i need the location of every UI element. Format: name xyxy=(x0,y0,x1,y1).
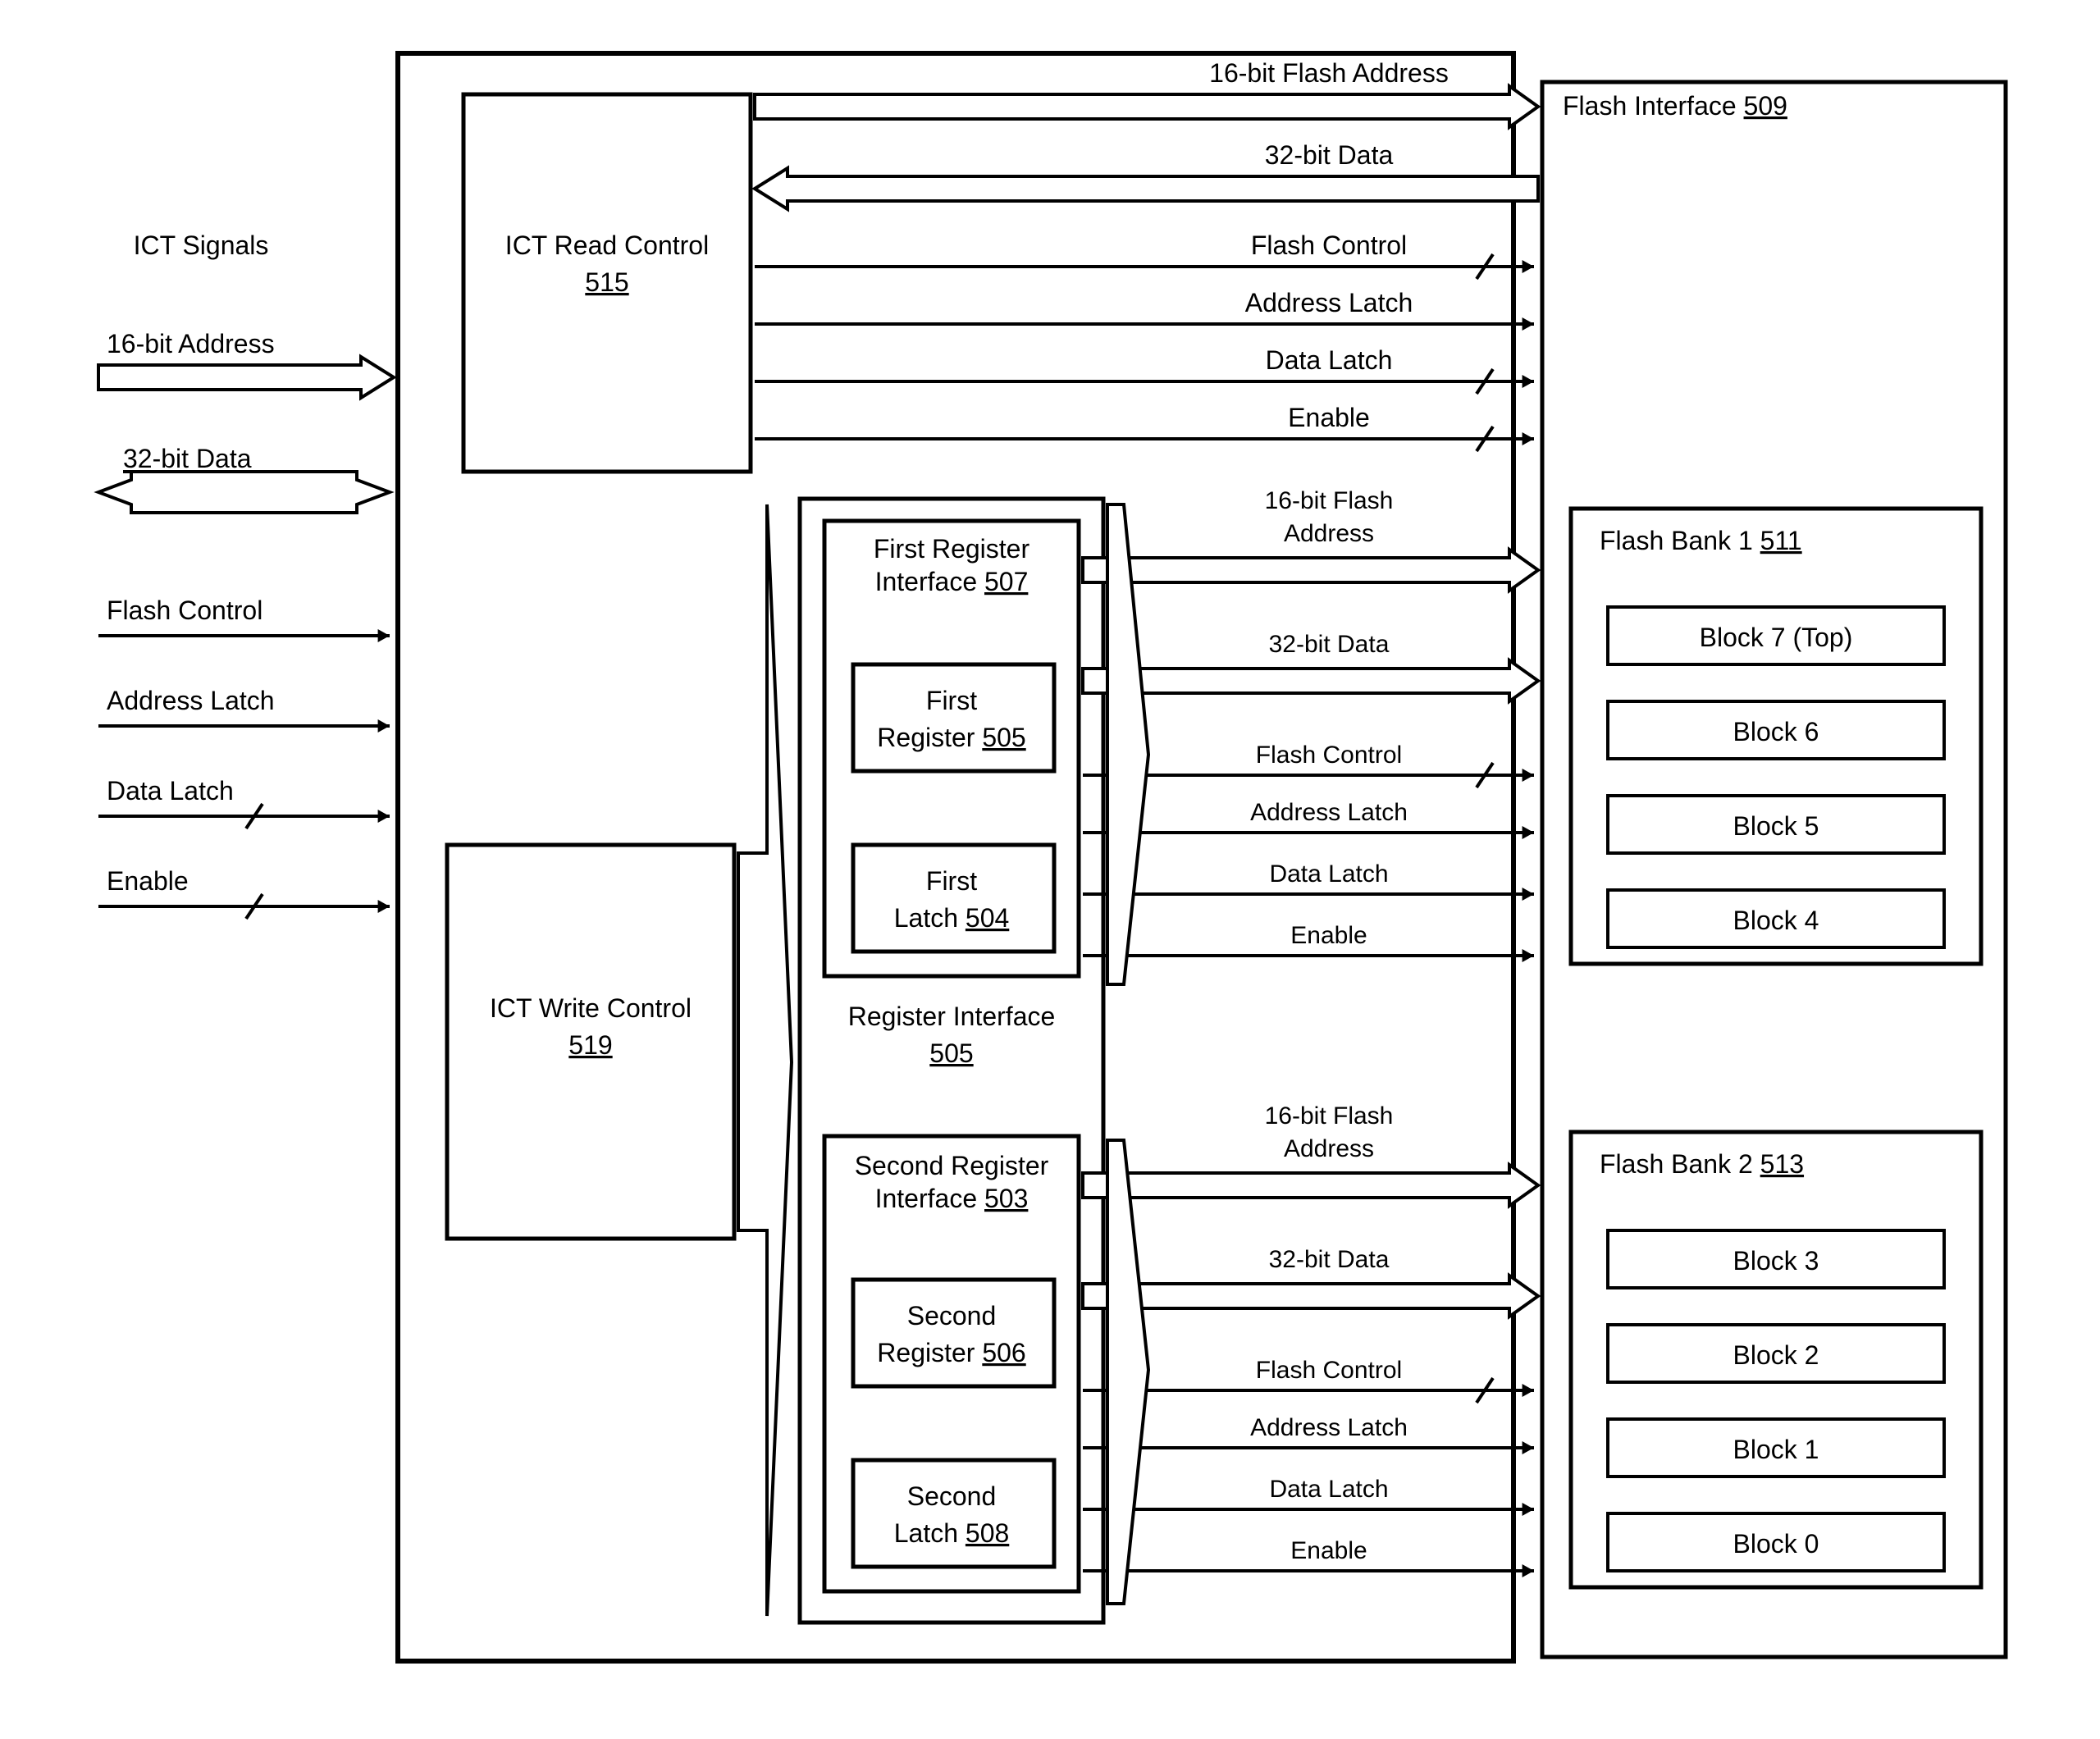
svg-text:Block 6: Block 6 xyxy=(1733,717,1819,746)
svg-text:32-bit Data: 32-bit Data xyxy=(1269,1246,1390,1273)
second-reg-l2: Register 506 xyxy=(877,1338,1025,1367)
ext-data-arrow xyxy=(98,472,390,513)
ict-signals-title: ICT Signals xyxy=(134,230,269,260)
svg-text:Enable: Enable xyxy=(1290,922,1367,949)
first-reg-if-t1: First Register xyxy=(874,534,1030,564)
svg-text:Flash Control: Flash Control xyxy=(1256,742,1402,769)
ict-write-ref: 519 xyxy=(568,1030,612,1060)
svg-text:Block 0: Block 0 xyxy=(1733,1529,1819,1559)
svg-text:Flash Control: Flash Control xyxy=(1256,1357,1402,1384)
flash-bank-1-title: Flash Bank 1 511 xyxy=(1600,526,1802,555)
second-reg-box xyxy=(853,1280,1054,1386)
flash-interface-title: Flash Interface 509 xyxy=(1563,91,1787,121)
svg-text:Block 4: Block 4 xyxy=(1733,906,1819,935)
ict-write-title: ICT Write Control xyxy=(490,993,692,1023)
top-fc-label: Flash Control xyxy=(1251,230,1407,260)
ext-al-label: Address Latch xyxy=(107,686,275,715)
ext-addr-label: 16-bit Address xyxy=(107,329,275,358)
second-reg-if-t2: Interface 503 xyxy=(875,1184,1029,1213)
svg-text:Address Latch: Address Latch xyxy=(1250,1414,1408,1441)
top-data-arrow xyxy=(755,168,1538,209)
svg-text:Enable: Enable xyxy=(1290,1537,1367,1564)
svg-text:Address Latch: Address Latch xyxy=(1250,799,1408,826)
first-latch-box xyxy=(853,845,1054,952)
top-data-label: 32-bit Data xyxy=(1265,140,1394,170)
ict-read-title: ICT Read Control xyxy=(505,230,709,260)
second-reg-if-t1: Second Register xyxy=(855,1151,1049,1180)
top-al-label: Address Latch xyxy=(1245,288,1413,317)
second-latch-box xyxy=(853,1460,1054,1567)
ext-data-label: 32-bit Data xyxy=(123,444,252,473)
svg-text:16-bit Flash: 16-bit Flash xyxy=(1265,487,1394,514)
svg-text:Block 3: Block 3 xyxy=(1733,1246,1819,1276)
svg-text:Block 2: Block 2 xyxy=(1733,1340,1819,1370)
ext-dl-label: Data Latch xyxy=(107,776,234,806)
svg-text:Data Latch: Data Latch xyxy=(1269,1476,1388,1503)
first-reg-box xyxy=(853,664,1054,771)
svg-text:16-bit Flash: 16-bit Flash xyxy=(1265,1102,1394,1130)
svg-text:Block 1: Block 1 xyxy=(1733,1435,1819,1464)
ext-en-label: Enable xyxy=(107,866,189,896)
top-addr-arrow xyxy=(755,86,1538,127)
first-latch-l1: First xyxy=(926,866,977,896)
second-reg-l1: Second xyxy=(907,1301,997,1330)
svg-text:32-bit Data: 32-bit Data xyxy=(1269,631,1390,658)
first-reg-if-t2: Interface 507 xyxy=(875,567,1029,596)
svg-text:Block 7 (Top): Block 7 (Top) xyxy=(1700,623,1853,652)
regif-to-bank2-funnel xyxy=(1107,1140,1148,1604)
second-latch-l1: Second xyxy=(907,1481,997,1511)
register-interface-ref: 505 xyxy=(929,1038,973,1068)
second-latch-l2: Latch 508 xyxy=(894,1518,1010,1548)
top-dl-label: Data Latch xyxy=(1266,345,1393,375)
ext-fc-label: Flash Control xyxy=(107,596,262,625)
ext-addr-arrow xyxy=(98,357,394,398)
svg-text:Address: Address xyxy=(1284,520,1374,547)
write-to-regif-arrow xyxy=(738,504,792,1616)
register-interface-title: Register Interface xyxy=(848,1002,1056,1031)
svg-text:Data Latch: Data Latch xyxy=(1269,860,1388,888)
bus-to-bank1: 16-bit Flash Address 32-bit Data Flash C… xyxy=(1083,487,1538,956)
first-reg-l2: Register 505 xyxy=(877,723,1025,752)
bus-to-bank2: 16-bit Flash Address 32-bit Data Flash C… xyxy=(1083,1102,1538,1571)
top-addr-label: 16-bit Flash Address xyxy=(1209,58,1449,88)
top-en-label: Enable xyxy=(1288,403,1370,432)
ict-read-ref: 515 xyxy=(585,267,628,297)
first-latch-l2: Latch 504 xyxy=(894,903,1010,933)
flash-bank-2-title: Flash Bank 2 513 xyxy=(1600,1149,1804,1179)
svg-text:Block 5: Block 5 xyxy=(1733,811,1819,841)
first-reg-l1: First xyxy=(926,686,977,715)
svg-text:Address: Address xyxy=(1284,1135,1374,1162)
